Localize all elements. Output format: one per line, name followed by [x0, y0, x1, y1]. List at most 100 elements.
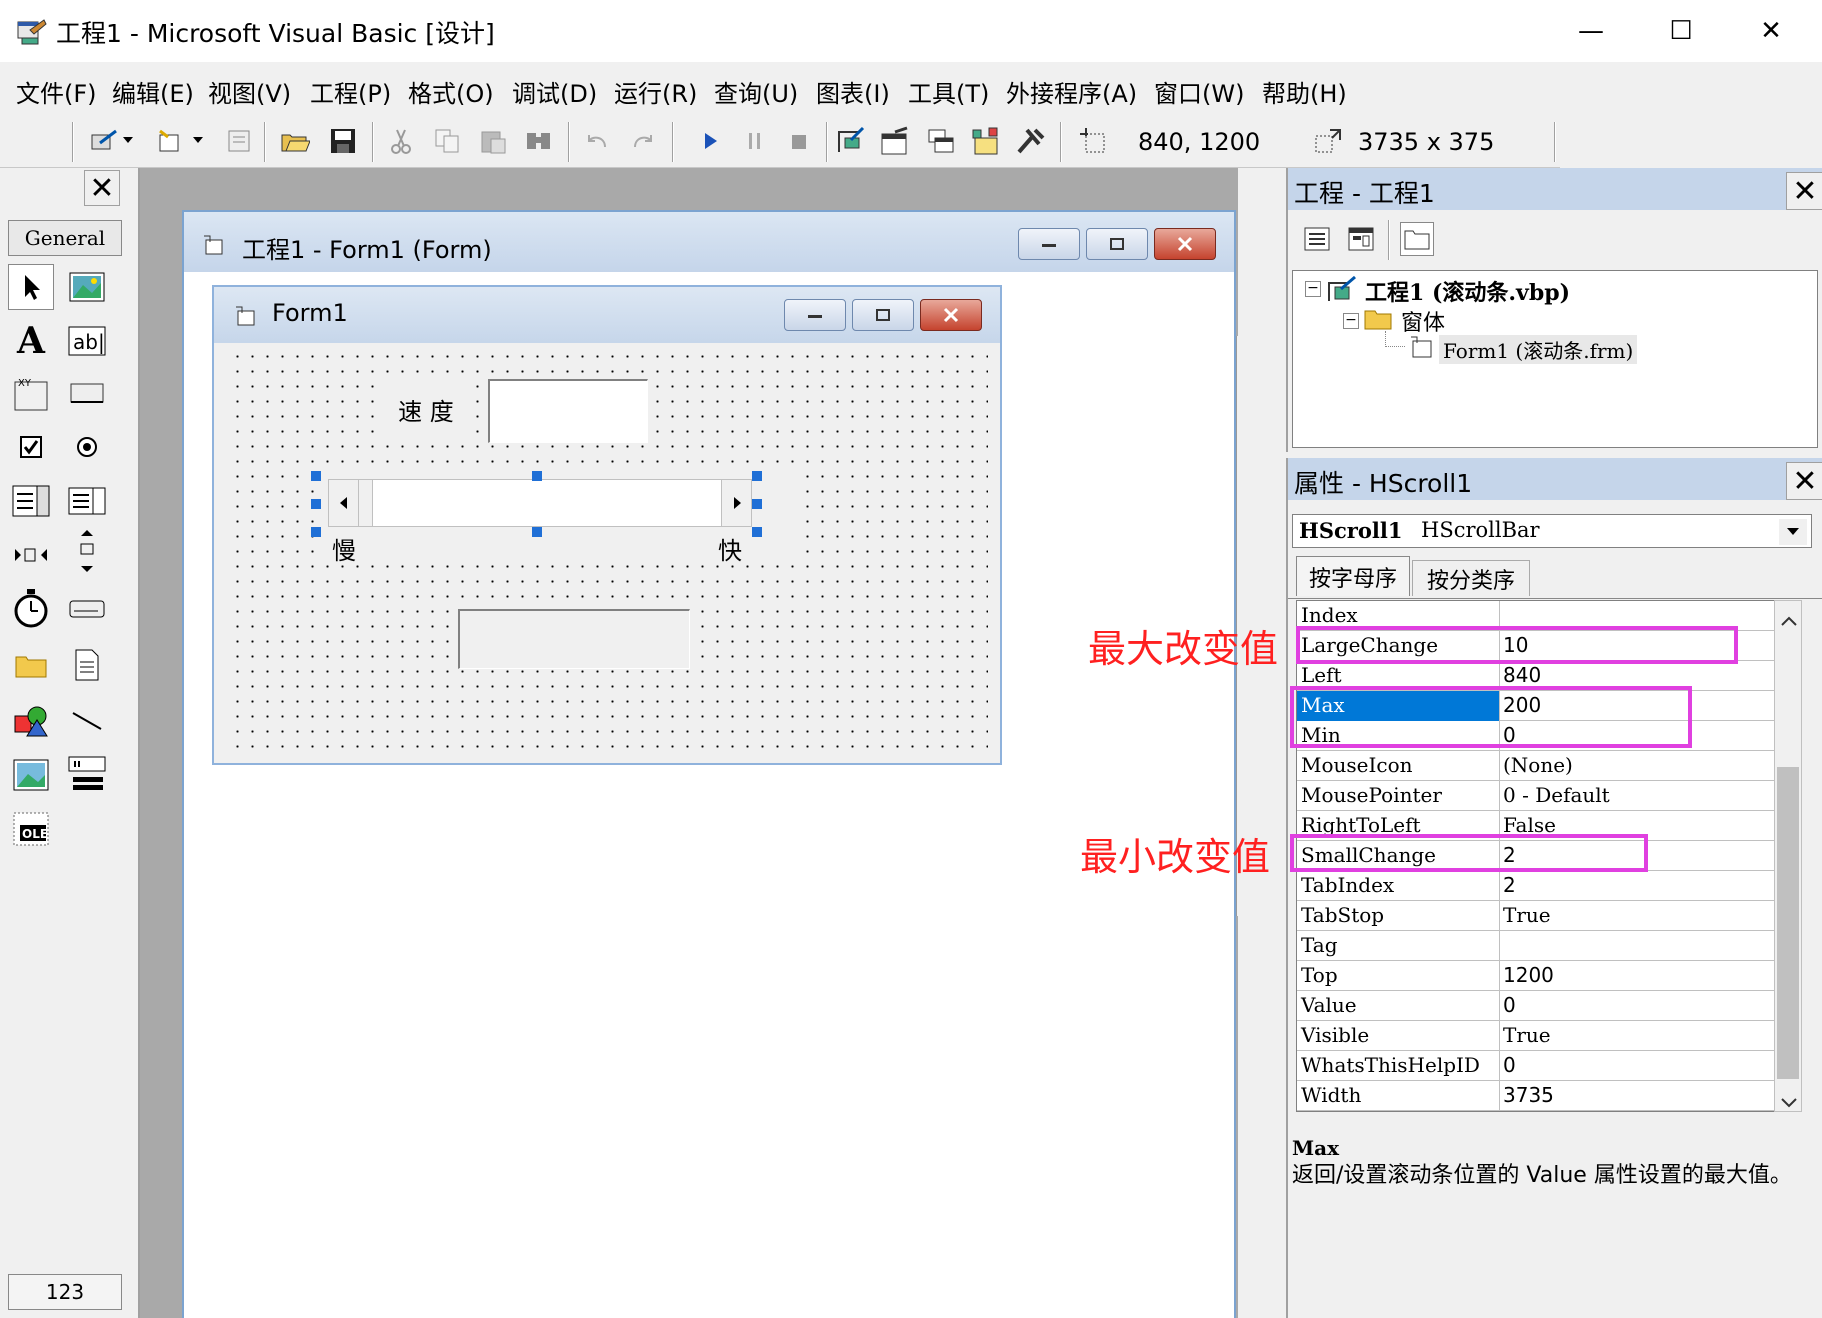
selection-handle-icon[interactable]	[311, 499, 321, 509]
timer-tool-icon[interactable]	[8, 586, 54, 632]
property-row-value[interactable]: Value 0	[1297, 991, 1775, 1021]
object-selector-dropdown-icon[interactable]	[1779, 519, 1807, 545]
line-tool-icon[interactable]	[64, 698, 110, 744]
property-row-tabindex[interactable]: TabIndex 2	[1297, 871, 1775, 901]
property-row-visible[interactable]: Visible True	[1297, 1021, 1775, 1051]
form-layout-icon[interactable]	[924, 124, 958, 158]
scroll-right-arrow-icon[interactable]	[721, 480, 751, 526]
size-icon[interactable]	[1310, 124, 1344, 158]
scroll-down-arrow-icon[interactable]	[1781, 1093, 1797, 1112]
pointer-tool-icon[interactable]	[8, 264, 54, 310]
property-value[interactable]: 3735	[1503, 1083, 1554, 1107]
slow-label[interactable]: 慢	[332, 531, 356, 566]
menu-debug[interactable]: 调试(D)	[512, 74, 597, 109]
menu-format[interactable]: 格式(O)	[408, 74, 494, 109]
dirlistbox-tool-icon[interactable]	[8, 642, 54, 688]
form1-client-area[interactable]: 速 度 慢 快	[226, 345, 988, 751]
selection-handle-icon[interactable]	[532, 527, 542, 537]
properties-close-button[interactable]: ✕	[1786, 462, 1822, 500]
open-project-icon[interactable]	[278, 124, 312, 158]
vb-app-icon[interactable]	[16, 16, 48, 46]
property-row-whatsthishelpid[interactable]: WhatsThisHelpID 0	[1297, 1051, 1775, 1081]
selection-handle-icon[interactable]	[752, 471, 762, 481]
tree-folder-label[interactable]: 窗体	[1401, 305, 1445, 337]
property-value[interactable]: 0 - Default	[1503, 783, 1610, 807]
view-code-icon[interactable]	[1300, 222, 1334, 256]
designer-minimize-button[interactable]	[1018, 228, 1080, 260]
property-value[interactable]: 2	[1503, 873, 1516, 897]
combobox-tool-icon[interactable]	[8, 478, 54, 524]
scroll-left-arrow-icon[interactable]	[329, 480, 359, 526]
property-row-top[interactable]: Top 1200	[1297, 961, 1775, 991]
tree-form-label[interactable]: Form1 (滚动条.frm)	[1439, 335, 1638, 364]
selection-handle-icon[interactable]	[752, 499, 762, 509]
position-icon[interactable]	[1076, 124, 1110, 158]
start-icon[interactable]	[694, 124, 728, 158]
menu-view[interactable]: 视图(V)	[208, 74, 291, 109]
tree-folder-collapse-icon[interactable]: −	[1343, 313, 1359, 329]
menu-project[interactable]: 工程(P)	[310, 74, 391, 109]
form1-close-button[interactable]	[920, 299, 982, 331]
frame-tool-icon[interactable]: XY	[8, 370, 54, 416]
selection-handle-icon[interactable]	[752, 527, 762, 537]
shape-tool-icon[interactable]	[8, 698, 54, 744]
menu-addins[interactable]: 外接程序(A)	[1006, 74, 1137, 109]
properties-scroll-thumb[interactable]	[1777, 767, 1799, 1079]
form1-title-bar[interactable]: Form1	[214, 287, 1000, 343]
commandbutton-tool-icon[interactable]	[64, 370, 110, 416]
property-row-tag[interactable]: Tag	[1297, 931, 1775, 961]
project-explorer-close-button[interactable]: ✕	[1786, 172, 1822, 210]
speed-label[interactable]: 速 度	[386, 385, 466, 433]
selection-handle-icon[interactable]	[311, 471, 321, 481]
form1-window[interactable]: Form1 速 度 慢 快	[212, 285, 1002, 765]
tree-project-label[interactable]: 工程1 (滚动条.vbp)	[1365, 275, 1570, 307]
menu-help[interactable]: 帮助(H)	[1262, 74, 1347, 109]
find-icon[interactable]	[522, 124, 556, 158]
property-value[interactable]: True	[1503, 1023, 1551, 1047]
tree-collapse-icon[interactable]: −	[1305, 281, 1321, 297]
project-tree[interactable]: − 工程1 (滚动条.vbp) − 窗体 Form1 (滚动条.frm)	[1292, 270, 1818, 448]
selection-handle-icon[interactable]	[311, 527, 321, 537]
toolbox-tab-general[interactable]: General	[8, 220, 122, 256]
menu-edit[interactable]: 编辑(E)	[112, 74, 194, 109]
tab-alphabetic[interactable]: 按字母序	[1296, 556, 1410, 596]
end-icon[interactable]	[782, 124, 816, 158]
toolbar-grip[interactable]	[72, 122, 74, 162]
object-selector[interactable]: HScroll1 HScrollBar	[1292, 514, 1812, 548]
designer-restore-button[interactable]	[1086, 228, 1148, 260]
toolbox-icon[interactable]	[1014, 124, 1048, 158]
add-form-dropdown-icon[interactable]	[190, 124, 206, 158]
property-value[interactable]: (None)	[1503, 753, 1573, 777]
tab-categorized[interactable]: 按分类序	[1412, 560, 1530, 596]
optionbutton-tool-icon[interactable]	[64, 424, 110, 470]
form1-maximize-button[interactable]	[852, 299, 914, 331]
add-project-dropdown-icon[interactable]	[120, 124, 136, 158]
object-browser-icon[interactable]	[970, 124, 1004, 158]
picturebox-tool-icon[interactable]	[64, 264, 110, 310]
label-tool-icon[interactable]: A	[8, 318, 54, 364]
property-value[interactable]: True	[1503, 903, 1551, 927]
property-value[interactable]: 0	[1503, 993, 1516, 1017]
scroll-up-arrow-icon[interactable]	[1781, 611, 1797, 630]
listbox-tool-icon[interactable]	[64, 478, 110, 524]
form1-minimize-button[interactable]	[784, 299, 846, 331]
designer-close-button[interactable]	[1154, 228, 1216, 260]
checkbox-tool-icon[interactable]	[8, 424, 54, 470]
data-tool-icon[interactable]	[64, 752, 110, 798]
save-project-icon[interactable]	[326, 124, 360, 158]
property-row-mousepointer[interactable]: MousePointer 0 - Default	[1297, 781, 1775, 811]
toolbox-tab-extra[interactable]: 123	[8, 1274, 122, 1310]
image-tool-icon[interactable]	[8, 752, 54, 798]
view-object-icon[interactable]	[1344, 222, 1378, 256]
add-project-icon[interactable]	[88, 124, 122, 158]
property-row-tabstop[interactable]: TabStop True	[1297, 901, 1775, 931]
toggle-folders-icon[interactable]	[1400, 222, 1434, 256]
undo-icon[interactable]	[580, 124, 614, 158]
vscrollbar-tool-icon[interactable]	[64, 528, 110, 574]
paste-icon[interactable]	[476, 124, 510, 158]
textbox-tool-icon[interactable]: ab|	[64, 318, 110, 364]
property-value[interactable]: 0	[1503, 1053, 1516, 1077]
property-row-width[interactable]: Width 3735	[1297, 1081, 1775, 1111]
drivelistbox-tool-icon[interactable]	[64, 586, 110, 632]
menu-file[interactable]: 文件(F)	[16, 74, 97, 109]
